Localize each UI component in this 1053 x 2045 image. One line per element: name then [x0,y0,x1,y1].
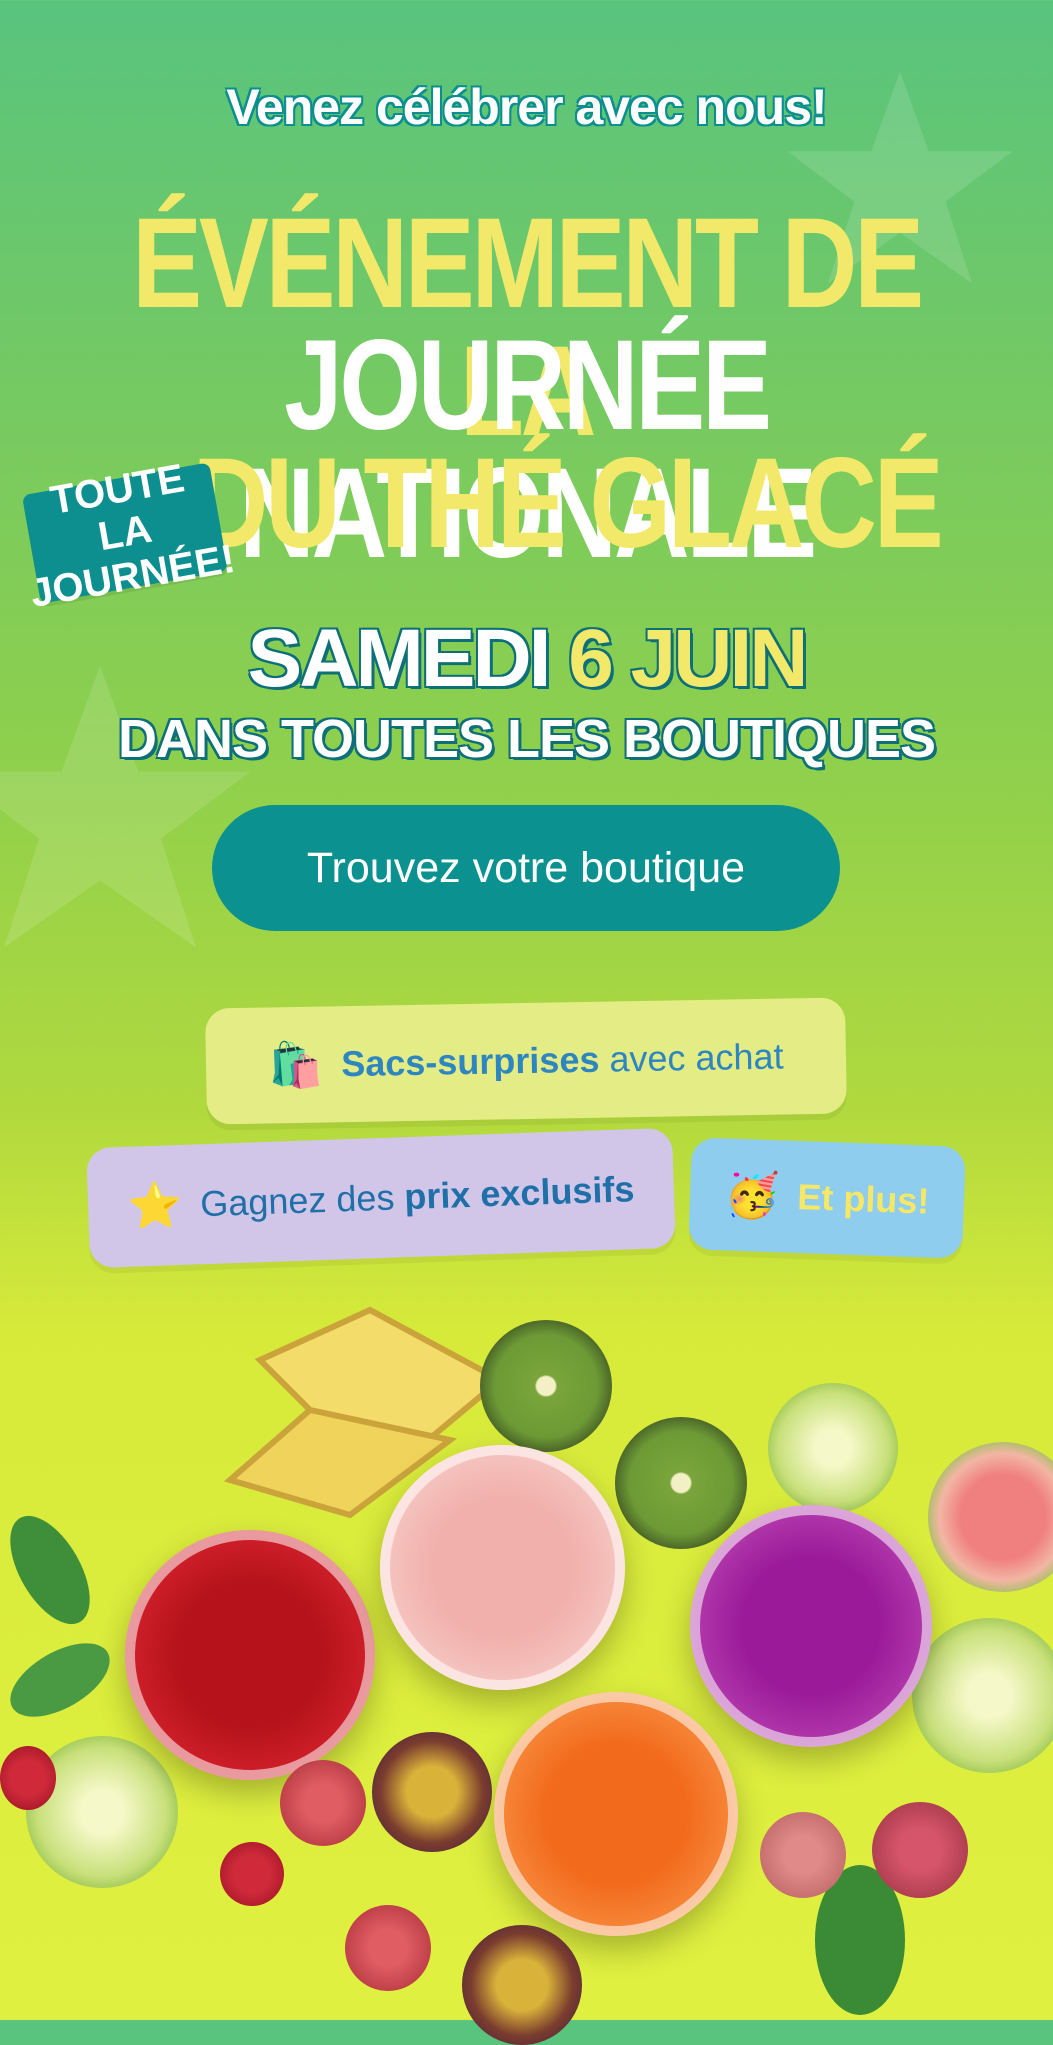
lime-slice [912,1618,1053,1773]
perk-exclusive-prizes: ⭐ Gagnez des prix exclusifs [86,1127,676,1269]
leaf-icon [10,1515,110,1717]
headline-line-3: DU THÉ GLACÉ [192,432,944,575]
kiwi-slice [615,1417,747,1549]
perk-and-more-text: Et plus! [796,1175,931,1222]
event-subtitle: Venez célébrer avec nous! [226,79,827,135]
passion-fruit-half [372,1732,492,1852]
perk-and-more: 🥳 Et plus! [688,1137,966,1259]
lime-slice [768,1383,898,1513]
perk-surprise-bags-bold: Sacs-surprises [340,1038,600,1085]
shopping-bags-icon: 🛍️ [268,1040,324,1091]
lychee [760,1812,846,1898]
lychee [872,1802,968,1898]
red-iced-tea-cup [125,1530,375,1780]
lychee [280,1760,366,1846]
all-day-badge: TOUTE LA JOURNÉE! [21,456,238,616]
pink-iced-tea-cup [380,1445,625,1690]
orange-iced-tea-cup [494,1692,738,1936]
event-day: SAMEDI [247,613,552,704]
passion-fruit-half [462,1925,582,2045]
raspberry [0,1746,56,1810]
perk-surprise-bags-text: avec achat [599,1035,784,1080]
event-date-value: 6 JUIN [568,613,808,704]
raspberry [220,1842,284,1906]
party-face-icon: 🥳 [723,1170,781,1222]
guava-half [928,1442,1053,1592]
perk-exclusive-prizes-bold: prix exclusifs [403,1168,636,1218]
event-date: SAMEDI 6 JUIN [0,612,1053,706]
star-icon: ⭐ [126,1180,184,1232]
find-store-button[interactable]: Trouvez votre boutique [212,805,840,931]
perk-exclusive-prizes-text: Gagnez des [199,1176,406,1225]
iced-tea-photo [0,1280,1053,2045]
event-location: DANS TOUTES LES BOUTIQUES [117,709,936,769]
kiwi-slice [480,1320,612,1452]
purple-iced-tea-cup [690,1505,932,1747]
perk-surprise-bags: 🛍️ Sacs-surprises avec achat [205,997,847,1125]
lychee [345,1905,431,1991]
